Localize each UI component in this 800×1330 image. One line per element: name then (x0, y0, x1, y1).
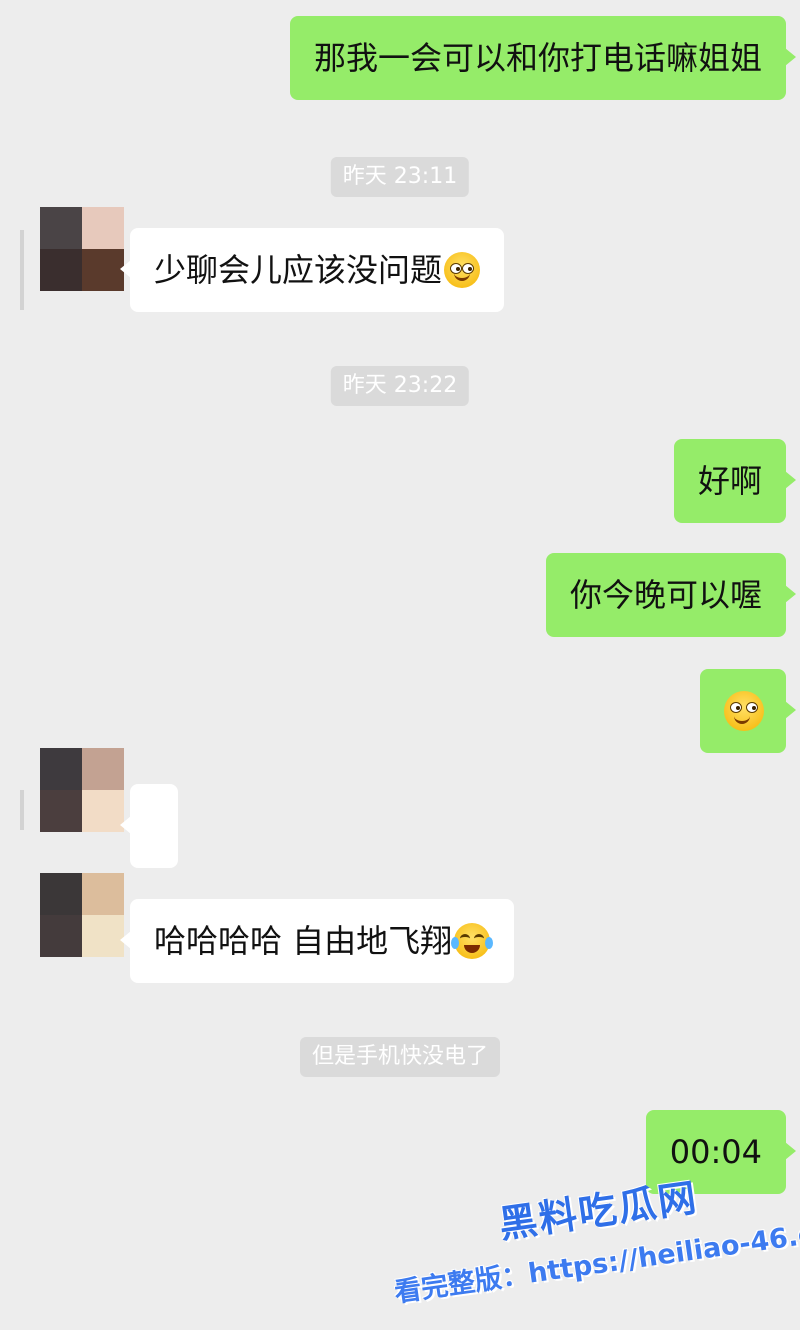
chat-bubble-received[interactable]: 少聊会儿应该没问题 (119, 228, 505, 312)
avatar[interactable] (40, 873, 124, 957)
laugh-cry-emoji-icon (451, 923, 494, 959)
chat-bubble-sent[interactable]: 那我一会可以和你打电话嘛姐姐 (289, 16, 797, 100)
chat-bubble-received[interactable] (120, 784, 178, 868)
chat-bubble-sent[interactable] (700, 669, 796, 753)
timestamp: 昨天 23:11 (330, 157, 470, 197)
chat-bubble-received[interactable]: 哈哈哈哈 自由地飞翔 (119, 899, 515, 983)
message-text: 少聊会儿应该没问题 (154, 251, 443, 289)
message-text: 好啊 (697, 462, 762, 500)
timestamp: 昨天 23:22 (330, 366, 470, 406)
chat-bubble-sent[interactable]: 好啊 (673, 439, 797, 523)
message-text: 你今晚可以喔 (569, 576, 762, 614)
avatar-edge (20, 790, 24, 830)
avatar[interactable] (40, 748, 124, 832)
timestamp: 但是手机快没电了 (299, 1037, 501, 1077)
message-text: 那我一会可以和你打电话嘛姐姐 (313, 39, 762, 77)
chat-bubble-sent[interactable]: 你今晚可以喔 (545, 553, 797, 637)
message-text: 哈哈哈哈 自由地飞翔 (154, 922, 453, 960)
avatar-edge (20, 230, 24, 310)
grin-emoji-icon (724, 691, 764, 731)
avatar[interactable] (40, 207, 124, 291)
grin-emoji-icon (444, 252, 481, 288)
